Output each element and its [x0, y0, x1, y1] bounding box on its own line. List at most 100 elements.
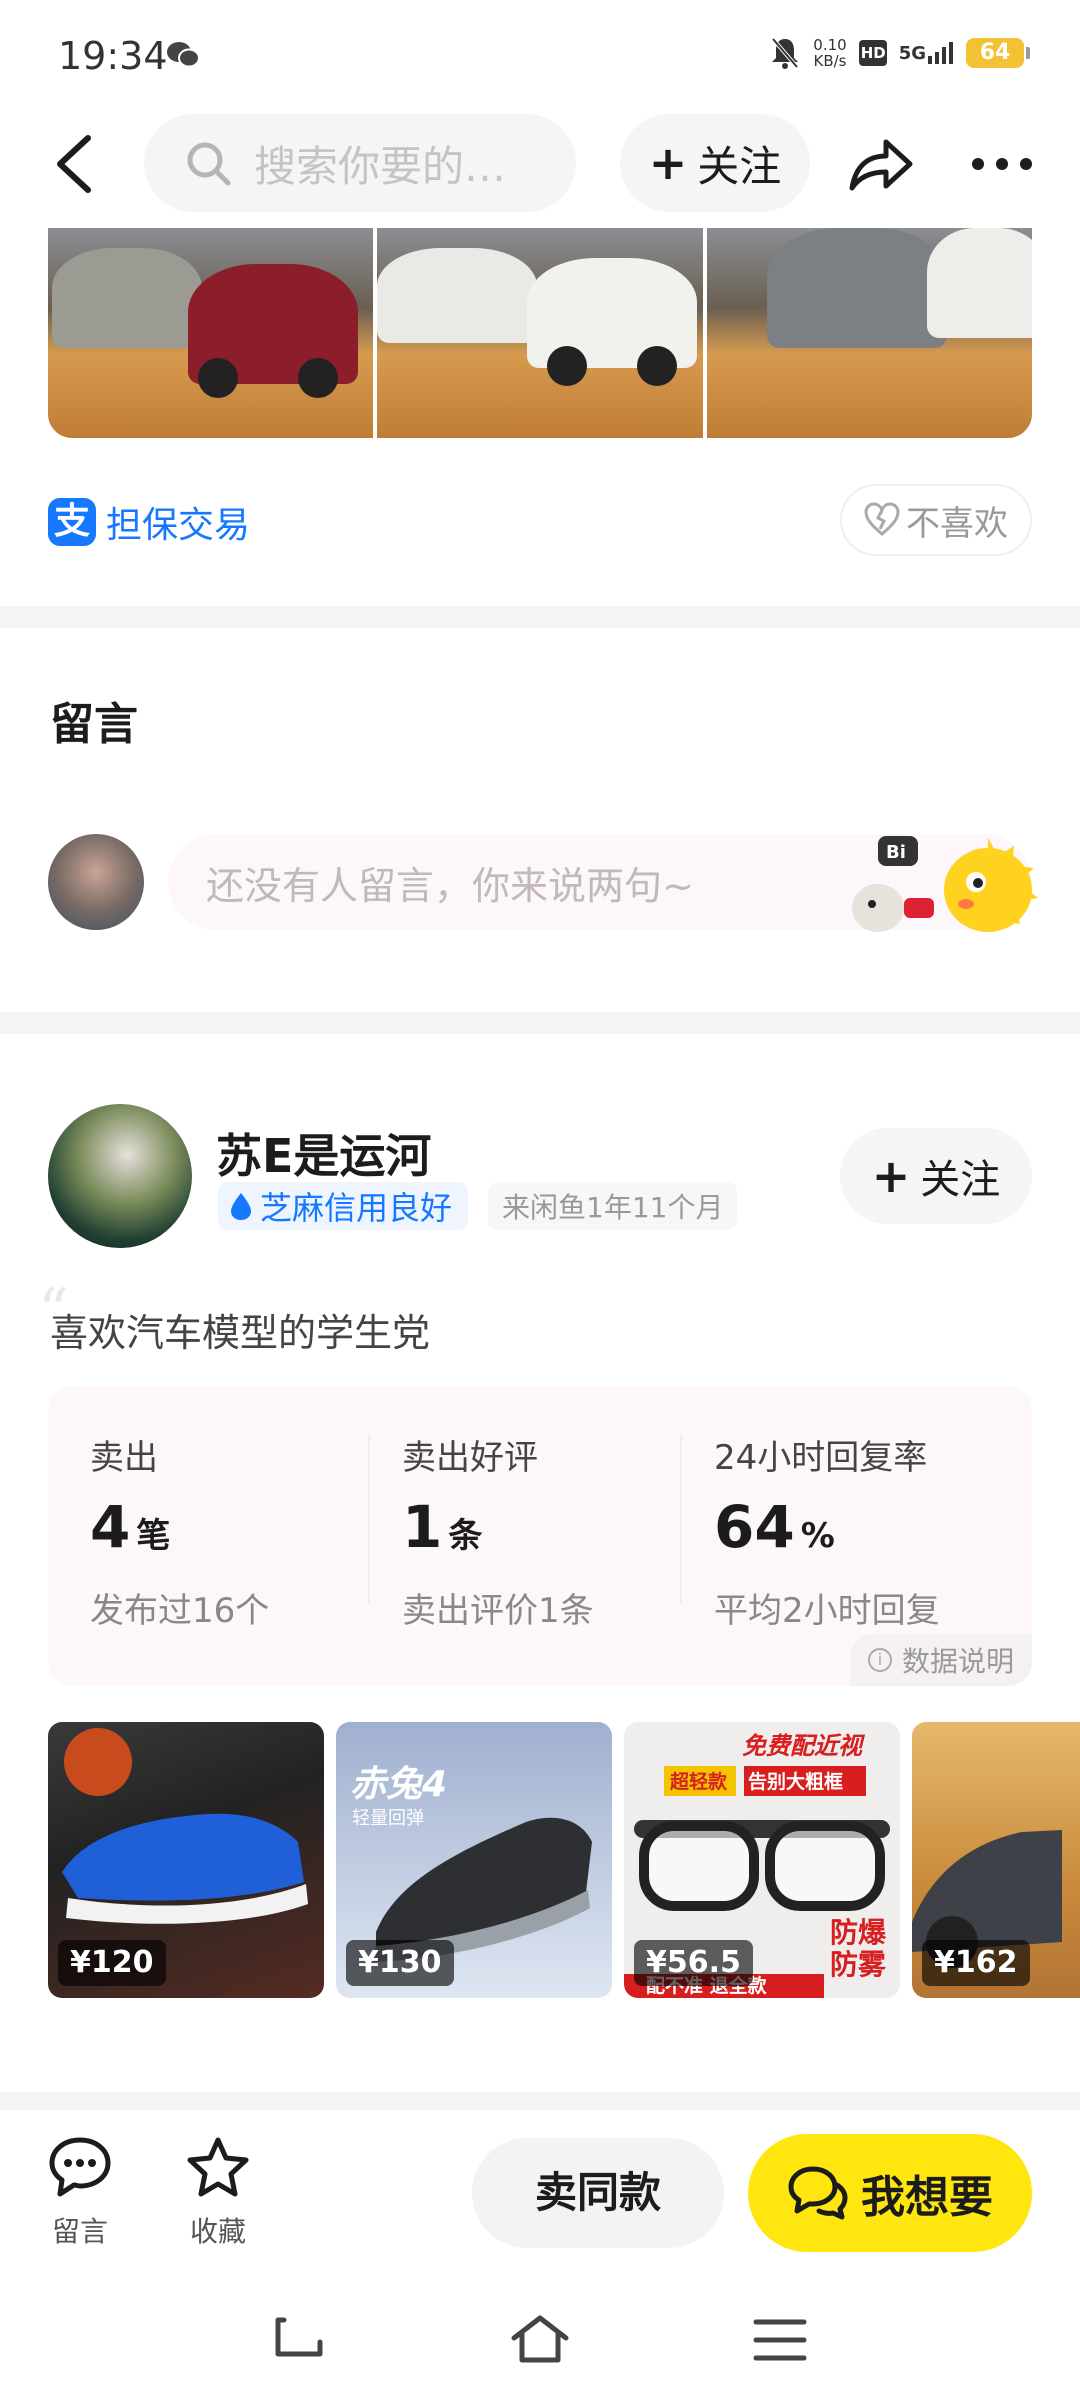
seller-goods-list[interactable]: ¥120 赤兔4 轻量回弹 ¥130 免费配近视 超轻款 告别大粗框 防爆 防雾… [48, 1722, 1080, 2000]
chat-double-bubble-icon [788, 2166, 848, 2220]
status-time: 19:34 [58, 34, 168, 78]
mute-bell-icon [771, 37, 799, 69]
status-bar: 19:34 0.10 KB/s HD 5G 64 [0, 0, 1080, 110]
car-wheel [547, 346, 588, 386]
stat-unit: 笔 [136, 1516, 171, 1556]
dislike-button[interactable]: 不喜欢 [840, 484, 1032, 556]
section-divider [0, 1012, 1080, 1034]
product-photo-3[interactable] [706, 228, 1032, 438]
comment-button-label: 留言 [51, 2215, 108, 2248]
credit-badge: 芝麻信用良好 [218, 1182, 469, 1230]
hd-badge: HD [858, 40, 887, 66]
stat-divider [680, 1434, 682, 1604]
back-arrow-icon[interactable] [48, 132, 100, 196]
section-divider [0, 606, 1080, 628]
network-type: 5G [898, 43, 926, 64]
i-want-button[interactable]: 我想要 [748, 2134, 1032, 2252]
comment-placeholder: 还没有人留言，你来说两句~ [206, 863, 694, 908]
comment-button[interactable]: 留言 [30, 2136, 130, 2250]
stat-value: 64% [714, 1493, 994, 1561]
stat-subtext: 卖出评价1条 [402, 1591, 594, 1631]
seller-stats-card: 卖出 4笔 发布过16个 卖出好评 1条 卖出评价1条 24小时回复率 64% … [48, 1386, 1032, 1686]
search-bar[interactable]: 搜索你要的… [144, 114, 576, 212]
goods-ad-line4: 防爆 [830, 1916, 887, 1949]
battery-indicator: 64 [966, 38, 1030, 68]
goods-item-car-model[interactable]: ¥162 [912, 1722, 1080, 1998]
wechat-icon [167, 42, 200, 68]
broken-heart-icon [864, 502, 900, 536]
signal-indicator: 5G [899, 42, 954, 64]
car-model-grey [766, 228, 947, 348]
alipay-icon: 支 [48, 498, 96, 546]
goods-item-shoe-blue[interactable]: ¥120 [48, 1722, 324, 1998]
search-placeholder: 搜索你要的… [254, 141, 507, 191]
stat-number: 64 [714, 1493, 795, 1561]
top-nav: 搜索你要的… + 关注 [0, 110, 1080, 218]
stat-reply-rate: 24小时回复率 64% 平均2小时回复 [714, 1430, 994, 1632]
stat-value: 4笔 [90, 1493, 370, 1561]
system-menu-icon[interactable] [750, 2312, 810, 2368]
goods-ad-title: 赤兔4 [350, 1764, 447, 1805]
goods-item-running-shoe[interactable]: 赤兔4 轻量回弹 ¥130 [336, 1722, 612, 1998]
speed-value: 0.10 [813, 36, 847, 54]
plus-icon: + [648, 136, 688, 190]
car-model-silver [52, 248, 202, 348]
i-want-label: 我想要 [861, 2172, 993, 2223]
goods-price: ¥120 [58, 1940, 166, 1986]
car-model-white [377, 248, 538, 343]
data-explain-button[interactable]: i 数据说明 [849, 1634, 1032, 1686]
stat-number: 4 [90, 1493, 131, 1561]
goods-price: ¥130 [346, 1940, 454, 1986]
dislike-label: 不喜欢 [906, 503, 1008, 544]
bottom-action-bar: 留言 收藏 卖同款 我想要 [0, 2110, 1080, 2280]
member-since-badge: 来闲鱼1年11个月 [488, 1182, 738, 1230]
escrow-label: 担保交易 [106, 505, 251, 546]
follow-label: 关注 [697, 141, 782, 191]
stat-unit: % [800, 1516, 835, 1556]
car-wheel [198, 358, 238, 398]
system-back-icon[interactable] [270, 2312, 330, 2368]
credit-label: 芝麻信用良好 [260, 1189, 453, 1227]
goods-price: ¥162 [922, 1940, 1030, 1986]
car-wheel [637, 346, 678, 386]
more-options-icon[interactable] [970, 156, 1034, 172]
goods-ad-line5: 防雾 [830, 1948, 887, 1981]
share-icon[interactable] [848, 134, 914, 194]
stat-subtext: 平均2小时回复 [714, 1591, 940, 1631]
goods-price: ¥56.5 [634, 1940, 753, 1986]
follow-button-top[interactable]: + 关注 [620, 114, 810, 212]
goods-ad-line3: 告别大粗框 [748, 1770, 843, 1793]
goods-ad-subtitle: 轻量回弹 [352, 1808, 424, 1829]
favorite-button[interactable]: 收藏 [168, 2136, 268, 2250]
section-divider [0, 2092, 1080, 2110]
network-speed: 0.10 KB/s [813, 37, 846, 69]
product-photo-strip[interactable] [48, 228, 1032, 438]
mascot-sticker-icon: Bi [852, 836, 1038, 932]
status-icons: 0.10 KB/s HD 5G 64 [769, 36, 1030, 70]
system-nav-bar [0, 2290, 1080, 2400]
comments-title: 留言 [50, 699, 138, 750]
goods-ad-line1: 免费配近视 [742, 1732, 866, 1760]
car-model-white-3 [926, 228, 1032, 338]
star-icon [187, 2137, 249, 2197]
sell-same-button[interactable]: 卖同款 [472, 2138, 724, 2248]
seller-name[interactable]: 苏E是运河 [216, 1120, 431, 1186]
goods-item-sport-goggles[interactable]: 免费配近视 超轻款 告别大粗框 防爆 防雾 配不准 退全款 ¥56.5 [624, 1722, 900, 1998]
stat-unit: 条 [448, 1516, 483, 1556]
goods-ad-line2: 超轻款 [669, 1770, 728, 1793]
seller-avatar[interactable] [48, 1104, 192, 1248]
escrow-trade-badge[interactable]: 支 担保交易 [48, 496, 250, 548]
info-icon: i [867, 1648, 892, 1672]
product-photo-1[interactable] [48, 228, 374, 438]
sesame-credit-icon [231, 1193, 251, 1220]
follow-seller-button[interactable]: + 关注 [840, 1128, 1032, 1224]
product-photo-2[interactable] [377, 228, 703, 438]
stat-sold: 卖出 4笔 发布过16个 [90, 1430, 370, 1632]
mascot-bubble-text: Bi [886, 842, 906, 863]
stat-label: 卖出 [90, 1438, 158, 1478]
stat-number: 1 [402, 1493, 443, 1561]
speed-unit: KB/s [813, 52, 847, 70]
stat-positive-reviews: 卖出好评 1条 卖出评价1条 [402, 1430, 682, 1632]
system-home-icon[interactable] [508, 2312, 572, 2368]
stat-subtext: 发布过16个 [90, 1591, 270, 1631]
